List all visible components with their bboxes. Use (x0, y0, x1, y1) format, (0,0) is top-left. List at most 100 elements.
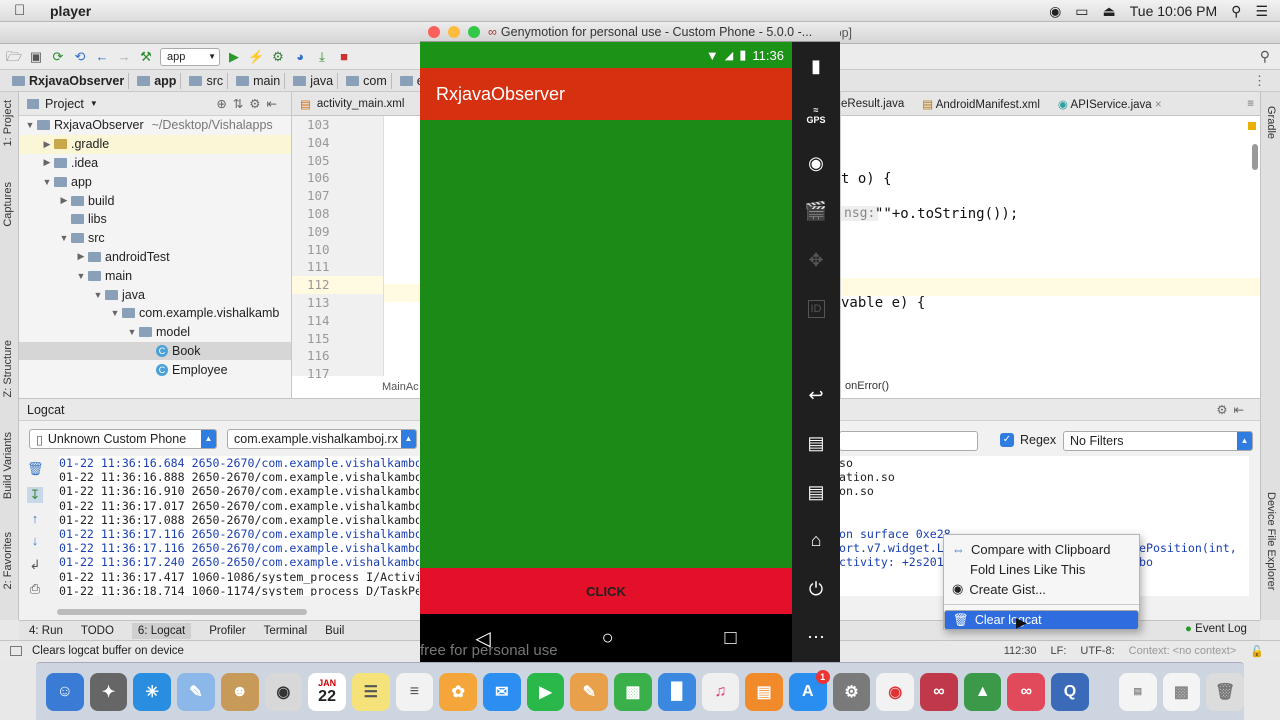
more-options-icon[interactable]: ⋯ (792, 614, 840, 663)
filter-select[interactable]: No Filters ▲ (1063, 431, 1253, 451)
back-hw-icon[interactable]: ↩ (792, 371, 840, 420)
menubar-clock[interactable]: Tue 10:06 PM (1130, 3, 1217, 19)
scroll-to-end-icon[interactable]: ↧ (27, 487, 43, 503)
build-icon[interactable]: ⚒ (138, 49, 154, 65)
forward-icon[interactable]: → (116, 49, 132, 65)
photo-booth-icon[interactable]: ◉ (264, 672, 303, 711)
system-preferences-icon[interactable]: ⚙ (832, 672, 871, 711)
debug-icon[interactable]: ⚙ (270, 49, 286, 65)
event-log-tab[interactable]: ● Event Log (1185, 623, 1247, 635)
music-icon[interactable]: ♫ (701, 672, 740, 711)
log-line-right[interactable]: on.so (839, 484, 1249, 498)
horizontal-scrollbar[interactable] (57, 609, 307, 615)
app-content[interactable] (420, 120, 792, 568)
logcat-search-input[interactable] (839, 431, 978, 451)
menu-compare-clipboard[interactable]: ⇔ Compare with Clipboard (944, 539, 1139, 559)
genymotion-icon[interactable]: ∞ (920, 672, 958, 711)
bottom-tab[interactable]: TODO (81, 625, 114, 637)
log-line-right[interactable] (839, 513, 1249, 527)
nav-recents-icon[interactable]: □ (724, 627, 736, 650)
expanded-arrow-icon[interactable]: ▼ (40, 177, 54, 187)
line-separator[interactable]: LF: (1051, 645, 1067, 657)
code-line-113[interactable]: vable e) { (841, 295, 925, 311)
tab-project[interactable]: 1: Project (2, 100, 14, 146)
collapsed-arrow-icon[interactable]: ▶ (40, 139, 54, 150)
spotlight-icon[interactable]: ⚲ (1231, 3, 1241, 20)
save-icon[interactable]: ▣ (28, 49, 44, 65)
tree-item[interactable]: ▶ build (19, 191, 291, 210)
media-widget-icon[interactable]: 🎬 (792, 188, 840, 237)
search-everywhere-icon[interactable]: ⚲ (1260, 48, 1270, 65)
log-line[interactable]: 01-22 11:36:17.116 2650-2670/com.example… (59, 527, 419, 541)
tab-manifest[interactable]: ▤ AndroidManifest.xml (922, 97, 1040, 111)
close-icon[interactable]: × (1155, 99, 1162, 111)
open-icon[interactable]: 🗁 (6, 49, 22, 65)
expanded-arrow-icon[interactable]: ▼ (23, 120, 37, 130)
expanded-arrow-icon[interactable]: ▼ (91, 290, 105, 300)
tree-item[interactable]: ▼ app (19, 172, 291, 191)
crumb-main[interactable]: main (232, 72, 286, 89)
record-icon[interactable]: ◉ (1049, 3, 1061, 20)
tree-item[interactable]: C Book (19, 341, 291, 361)
refresh-icon[interactable]: ⟲ (72, 49, 88, 65)
tab-gradle[interactable]: Gradle (1265, 106, 1277, 139)
numbers-icon[interactable]: ▩ (614, 672, 652, 711)
collapsed-arrow-icon[interactable]: ▶ (40, 157, 54, 168)
bottom-tab[interactable]: Terminal (264, 625, 307, 637)
tree-item[interactable]: ▼ RxjavaObserver ~/Desktop/Vishalapps (19, 116, 291, 135)
scrollbar-thumb[interactable] (1252, 144, 1258, 170)
log-line[interactable]: 01-22 11:36:17.088 2650-2670/com.example… (59, 513, 419, 527)
photos-icon[interactable]: ✿ (439, 672, 478, 711)
log-line[interactable]: 01-22 11:36:17.417 1060-1086/system_proc… (59, 570, 419, 584)
eject-icon[interactable]: ⏏ (1103, 3, 1116, 20)
tree-item[interactable]: ▶ .gradle (19, 134, 291, 154)
logcat-settings-icon[interactable]: ⚙⇤ (1216, 402, 1250, 417)
log-line[interactable]: 01-22 11:36:18.714 1060-1174/system_proc… (59, 584, 419, 596)
tab-activity-main[interactable]: activity_main.xml (317, 98, 405, 110)
trash-icon[interactable]: 🗑 (27, 461, 44, 477)
zoom-window-button[interactable] (468, 25, 480, 38)
keynote-icon[interactable]: █ (657, 672, 696, 711)
print-icon[interactable]: ⎙ (27, 581, 43, 597)
log-line-tail[interactable]: ePosition(int, bo (1139, 541, 1249, 569)
messages-icon[interactable]: ✉ (483, 672, 521, 711)
stop-icon[interactable]: ■ (336, 49, 352, 65)
package-select[interactable]: com.example.vishalkamboj.rx ▲ (227, 429, 417, 449)
apply-changes-icon[interactable]: ⚡ (248, 49, 264, 65)
lock-icon[interactable]: 🔓 (1250, 645, 1264, 658)
crumb-src[interactable]: src (185, 72, 229, 89)
webcam-widget-icon[interactable]: ◉ (792, 139, 840, 188)
crumb-com[interactable]: com (342, 72, 392, 89)
warning-marker[interactable] (1248, 122, 1256, 130)
pages-icon[interactable]: ✎ (570, 672, 609, 711)
tree-item[interactable]: ▼ com.example.vishalkamb (19, 304, 291, 323)
tree-item[interactable]: ▼ src (19, 229, 291, 248)
tree-item[interactable]: ▼ main (19, 266, 291, 285)
down-icon[interactable]: ↓ (27, 533, 43, 549)
log-line-right[interactable]: so (839, 456, 1249, 470)
project-view-select[interactable]: Project (45, 97, 84, 111)
editor-crumb-right[interactable]: onError() (845, 380, 889, 392)
log-line[interactable]: 01-22 11:36:16.910 2650-2670/com.example… (59, 484, 419, 498)
log-line[interactable]: 01-22 11:36:16.888 2650-2670/com.example… (59, 470, 419, 484)
editor-crumb-left[interactable]: MainAc (382, 381, 419, 393)
attach-icon[interactable]: ⤓ (314, 49, 330, 65)
app-name[interactable]: player (50, 3, 91, 19)
tree-item[interactable]: ▼ java (19, 285, 291, 304)
launchpad-icon[interactable]: ✦ (89, 672, 128, 711)
logcat-output[interactable]: 01-22 11:36:16.684 2650-2670/com.example… (59, 456, 419, 596)
collapsed-arrow-icon[interactable]: ▶ (74, 251, 88, 262)
preview-icon[interactable]: ✎ (177, 672, 215, 711)
crumb-app[interactable]: app (133, 72, 182, 89)
tab-favorites[interactable]: 2: Favorites (2, 532, 14, 589)
device-select[interactable]: ▯ Unknown Custom Phone ▲ (29, 429, 217, 449)
up-icon[interactable]: ↑ (27, 511, 43, 527)
finder-icon[interactable]: ☺ (46, 672, 84, 711)
recents-hw-icon[interactable]: ▤ (792, 420, 840, 469)
trash-icon[interactable]: 🗑 (1206, 672, 1244, 711)
list-icon[interactable]: ☰ (1255, 3, 1268, 20)
caret-position[interactable]: 112:30 (1004, 645, 1037, 657)
bottom-tab[interactable]: 4: Run (29, 625, 63, 637)
genymotion-player-icon[interactable]: ∞ (1007, 672, 1046, 711)
quicktime-icon[interactable]: Q (1051, 672, 1089, 711)
